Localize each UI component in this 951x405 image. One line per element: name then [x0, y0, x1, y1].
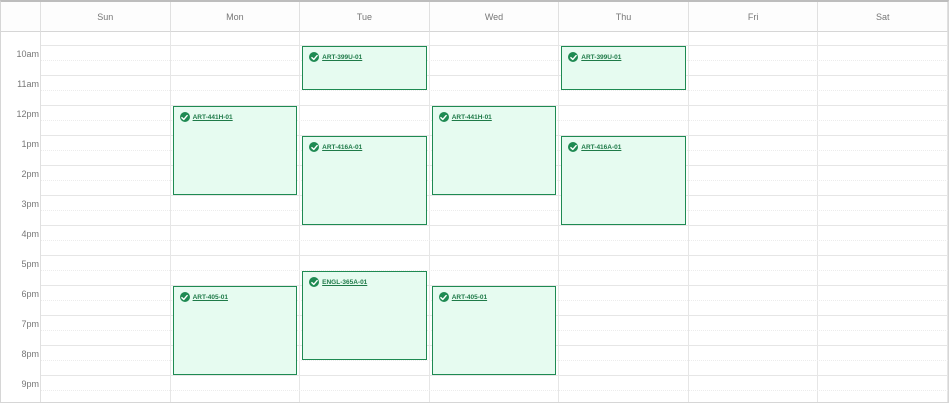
event-art-441h-01[interactable]: ART-441H-01: [172, 106, 298, 195]
check-circle-icon: [309, 277, 320, 287]
time-label-7pm: 7pm: [21, 319, 39, 329]
event-course-link[interactable]: ART-405-01: [452, 294, 487, 301]
event-course-link[interactable]: ENGL-365A-01: [322, 279, 367, 286]
day-header-fri: Fri: [688, 2, 819, 32]
event-art-405-01[interactable]: ART-405-01: [431, 286, 557, 375]
hour-line: [41, 45, 948, 46]
check-circle-icon: [179, 292, 190, 302]
time-label-5pm: 5pm: [21, 259, 39, 269]
half-hour-line: [41, 90, 948, 91]
event-art-416a-01[interactable]: ART-416A-01: [302, 136, 427, 225]
event-engl-365a-01[interactable]: ENGL-365A-01: [302, 271, 427, 360]
event-course-link[interactable]: ART-405-01: [193, 294, 228, 301]
check-circle-icon: [568, 52, 579, 62]
event-course-link[interactable]: ART-441H-01: [193, 114, 233, 121]
hour-line: [41, 225, 948, 226]
check-circle-icon: [309, 142, 320, 152]
check-circle-icon: [179, 112, 190, 122]
check-circle-icon: [568, 142, 579, 152]
half-hour-line: [41, 210, 948, 211]
time-label-2pm: 2pm: [21, 169, 39, 179]
header-corner: [1, 2, 41, 32]
day-column-sat[interactable]: [818, 32, 948, 402]
time-label-4pm: 4pm: [21, 229, 39, 239]
time-label-1pm: 1pm: [21, 139, 39, 149]
day-header-thu: Thu: [559, 2, 689, 32]
time-label-10am: 10am: [16, 49, 39, 59]
event-art-441h-01[interactable]: ART-441H-01: [431, 106, 557, 195]
day-header-wed: Wed: [429, 2, 560, 32]
event-course-link[interactable]: ART-441H-01: [452, 114, 492, 121]
day-header-sun: Sun: [41, 2, 171, 32]
check-circle-icon: [438, 112, 449, 122]
half-hour-line: [41, 270, 948, 271]
half-hour-line: [41, 240, 948, 241]
time-label-11am: 11am: [17, 79, 39, 89]
calendar-grid: Sun Mon Tue Wed Thu Fri Sat 10am 11am 12pm 1pm 2pm 3…: [1, 2, 948, 402]
hour-line: [41, 375, 948, 376]
event-art-399u-01[interactable]: ART-399U-01: [561, 46, 686, 90]
week-calendar: Sun Mon Tue Wed Thu Fri Sat 10am 11am 12pm 1pm 2pm 3…: [0, 0, 949, 403]
day-column-fri[interactable]: [689, 32, 819, 402]
hour-line: [41, 255, 948, 256]
half-hour-line: [41, 390, 948, 391]
event-course-link[interactable]: ART-399U-01: [322, 54, 362, 61]
day-header-sat: Sat: [818, 2, 948, 32]
event-art-405-01[interactable]: ART-405-01: [172, 286, 298, 375]
day-header-tue: Tue: [300, 2, 430, 32]
half-hour-line: [41, 60, 948, 61]
event-course-link[interactable]: ART-416A-01: [322, 144, 362, 151]
time-label-8pm: 8pm: [21, 349, 39, 359]
time-label-9pm: 9pm: [21, 379, 39, 389]
check-circle-icon: [438, 292, 449, 302]
hour-line: [41, 195, 948, 196]
event-course-link[interactable]: ART-416A-01: [581, 144, 621, 151]
time-label-12pm: 12pm: [16, 109, 39, 119]
check-circle-icon: [309, 52, 320, 62]
time-label-6pm: 6pm: [21, 289, 39, 299]
hour-line: [41, 75, 948, 76]
event-course-link[interactable]: ART-399U-01: [581, 54, 621, 61]
event-art-416a-01[interactable]: ART-416A-01: [561, 136, 686, 225]
day-header-mon: Mon: [170, 2, 301, 32]
time-label-3pm: 3pm: [21, 199, 39, 209]
day-column-sun[interactable]: [41, 32, 171, 402]
event-art-399u-01[interactable]: ART-399U-01: [302, 46, 427, 90]
